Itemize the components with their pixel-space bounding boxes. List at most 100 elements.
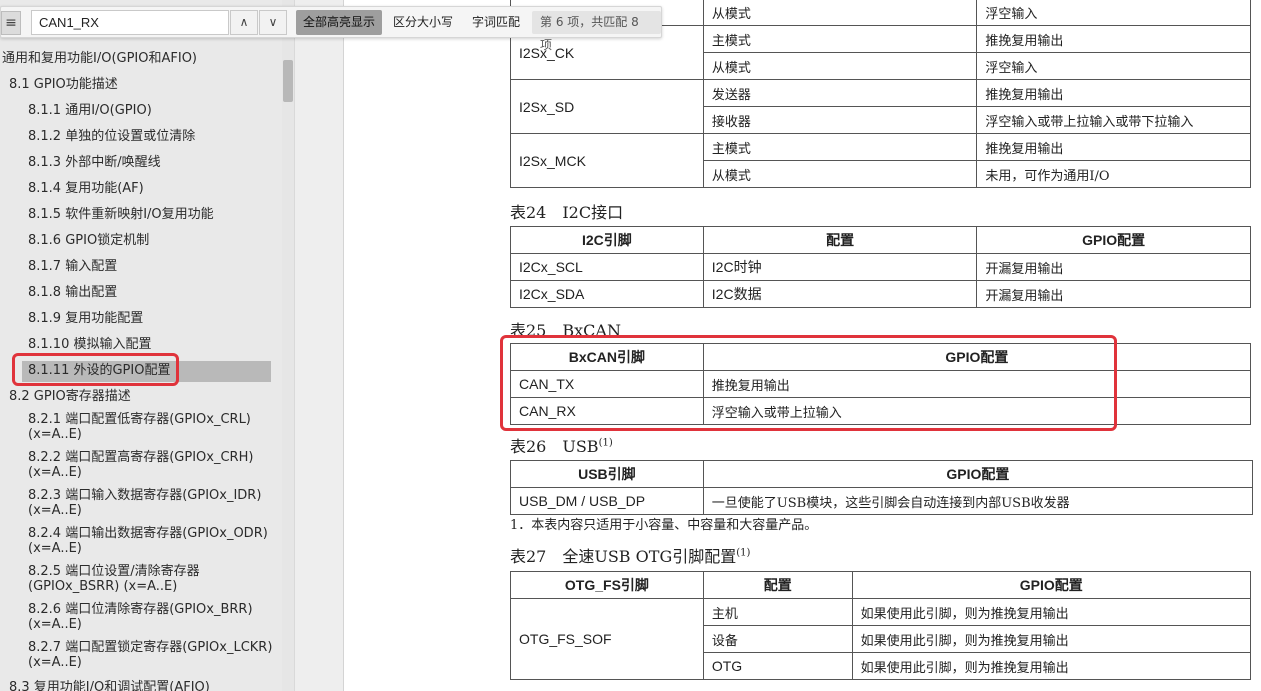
table-header: OTG_FS引脚: [510, 571, 704, 599]
table-header-row: OTG_FS引脚 配置 GPIO配置: [510, 571, 1252, 599]
table-cell: 推挽复用输出: [976, 25, 1251, 53]
outline-sidebar: 通用和复用功能I/O(GPIO和AFIO) 8.1 GPIO功能描述 8.1.1…: [0, 0, 282, 691]
table-header: GPIO配置: [851, 571, 1252, 599]
outline-item[interactable]: 8.1.2 单独的位设置或位清除: [28, 129, 195, 145]
table-header: GPIO配置: [976, 226, 1251, 254]
table-cell: 浮空输入或带上拉输入: [702, 397, 1252, 425]
find-previous-button[interactable]: ∧: [230, 10, 258, 35]
outline-item[interactable]: 8.1.5 软件重新映射I/O复用功能: [28, 207, 214, 223]
highlight-all-toggle[interactable]: 全部高亮显示: [296, 10, 382, 35]
outline-item[interactable]: 8.1.8 输出配置: [28, 285, 117, 301]
chevron-down-icon: ∨: [268, 15, 278, 29]
table-cell: 主模式: [702, 25, 978, 53]
table-header: GPIO配置: [702, 343, 1252, 371]
outline-item[interactable]: 8.2 GPIO寄存器描述: [9, 389, 131, 405]
table-cell: 浮空输入或带上拉输入或带下拉输入: [976, 106, 1251, 134]
outline-item[interactable]: 通用和复用功能I/O(GPIO和AFIO): [2, 51, 197, 67]
table-cell: OTG: [702, 652, 853, 680]
table27: OTG_FS引脚 配置 GPIO配置 OTG_FS_SOF 主机 如果使用此引脚…: [510, 571, 1252, 680]
caption-text: 表27 全速USB OTG引脚配置: [510, 547, 737, 566]
table-cell: 未用，可作为通用I/O: [976, 160, 1251, 188]
table-cell: 从模式: [702, 0, 978, 26]
outline-item[interactable]: 8.1.4 复用功能(AF): [28, 181, 144, 197]
table-cell: 推挽复用输出: [702, 370, 1252, 398]
table-cell: 主模式: [702, 133, 978, 161]
table-cell: 浮空输入: [976, 52, 1251, 80]
table-cell: I2Sx_SD: [510, 79, 704, 134]
outline-item[interactable]: 8.2.3 端口输入数据寄存器(GPIOx_IDR) (x=A..E): [28, 488, 274, 518]
outline-item[interactable]: 8.1.3 外部中断/唤醒线: [28, 155, 161, 171]
table27-caption: 表27 全速USB OTG引脚配置(1): [510, 543, 750, 567]
table26: USB引脚 GPIO配置 USB_DM / USB_DP 一旦使能了USB模块，…: [510, 460, 1254, 515]
outline-item[interactable]: 8.1.7 输入配置: [28, 259, 117, 275]
table-header-row: USB引脚 GPIO配置: [510, 460, 1254, 488]
table-header-row: BxCAN引脚 GPIO配置: [510, 343, 1252, 371]
table-cell: 从模式: [702, 52, 978, 80]
table-header: USB引脚: [510, 460, 704, 488]
find-input[interactable]: CAN1_RX: [31, 10, 229, 35]
table-row: I2Sx_MCK 主模式 推挽复用输出: [510, 133, 1251, 188]
caption-text: 表26 USB: [510, 437, 599, 456]
table25: BxCAN引脚 GPIO配置 CAN_TX 推挽复用输出 CAN_RX 浮空输入…: [510, 343, 1252, 425]
sidebar-scroll-thumb[interactable]: [283, 60, 293, 102]
find-next-button[interactable]: ∨: [259, 10, 287, 35]
table24: I2C引脚 配置 GPIO配置 I2Cx_SCL I2C时钟 开漏复用输出 I2…: [510, 226, 1251, 308]
table-cell: 从模式: [702, 160, 978, 188]
footnote-mark: (1): [736, 547, 751, 559]
table-cell: I2Cx_SDA: [510, 280, 704, 308]
table-header: 配置: [702, 571, 853, 599]
table-row: I2Sx_SD 发送器 推挽复用输出: [510, 79, 1251, 134]
table-cell: 推挽复用输出: [976, 79, 1251, 107]
outline-item[interactable]: 8.2.7 端口配置锁定寄存器(GPIOx_LCKR) (x=A..E): [28, 640, 274, 670]
outline-toggle-icon[interactable]: ≡: [1, 11, 21, 35]
table-row: USB_DM / USB_DP 一旦使能了USB模块，这些引脚会自动连接到内部U…: [510, 487, 1254, 515]
outline-item[interactable]: 8.2.6 端口位清除寄存器(GPIOx_BRR) (x=A..E): [28, 602, 274, 632]
table-cell: I2Sx_MCK: [510, 133, 704, 188]
table-header-row: I2C引脚 配置 GPIO配置: [510, 226, 1251, 254]
table25-caption: 表25 BxCAN: [510, 321, 621, 340]
outline-item[interactable]: 8.1.6 GPIO锁定机制: [28, 233, 149, 249]
table-cell: 开漏复用输出: [976, 280, 1251, 308]
table-row: CAN_TX 推挽复用输出: [510, 370, 1252, 398]
outline-item[interactable]: 8.2.1 端口配置低寄存器(GPIOx_CRL) (x=A..E): [28, 412, 274, 442]
match-count-label: 第 6 项，共匹配 8 项: [532, 11, 661, 52]
table-cell: I2C数据: [702, 280, 978, 308]
outline-item[interactable]: 8.3 复用功能I/O和调试配置(AFIO): [9, 680, 210, 691]
table-cell: 开漏复用输出: [976, 253, 1251, 281]
table-cell: 发送器: [702, 79, 978, 107]
footnote-mark: (1): [598, 437, 613, 449]
table26-footnote: 1．本表内容只适用于小容量、中容量和大容量产品。: [510, 518, 818, 533]
outline-item[interactable]: 8.1 GPIO功能描述: [9, 77, 118, 93]
table-row: CAN_RX 浮空输入或带上拉输入: [510, 397, 1252, 425]
find-bar: ≡ CAN1_RX ∧ ∨ 全部高亮显示 区分大小写 字词匹配 第 6 项，共匹…: [0, 6, 662, 52]
table-header: I2C引脚: [510, 226, 704, 254]
table-row: I2Cx_SCL I2C时钟 开漏复用输出: [510, 253, 1251, 281]
outline-item[interactable]: 8.1.1 通用I/O(GPIO): [28, 103, 152, 119]
outline-item[interactable]: 8.2.5 端口位设置/清除寄存器 (GPIOx_BSRR) (x=A..E): [28, 564, 228, 594]
table-cell: 如果使用此引脚，则为推挽复用输出: [851, 652, 1252, 680]
table-cell: I2Cx_SCL: [510, 253, 704, 281]
whole-words-toggle[interactable]: 字词匹配: [465, 10, 527, 35]
outline-item[interactable]: 8.2.2 端口配置高寄存器(GPIOx_CRH) (x=A..E): [28, 450, 274, 480]
table-cell: 浮空输入: [976, 0, 1251, 26]
table-cell: 如果使用此引脚，则为推挽复用输出: [851, 625, 1252, 653]
table-header: 配置: [702, 226, 978, 254]
table24-caption: 表24 I2C接口: [510, 203, 624, 222]
outline-item[interactable]: 8.2.4 端口输出数据寄存器(GPIOx_ODR) (x=A..E): [28, 526, 274, 556]
table-cell: USB_DM / USB_DP: [510, 487, 704, 515]
table-cell: CAN_TX: [510, 370, 704, 398]
table-cell: 接收器: [702, 106, 978, 134]
table-cell: 主机: [702, 598, 853, 626]
outline-item[interactable]: 8.1.10 模拟输入配置: [28, 337, 151, 353]
table-cell: OTG_FS_SOF: [510, 598, 704, 680]
table-cell: CAN_RX: [510, 397, 704, 425]
outline-item[interactable]: 8.1.9 复用功能配置: [28, 311, 143, 327]
page-gutter: [294, 0, 344, 691]
outline-item-selected[interactable]: 8.1.11 外设的GPIO配置: [28, 363, 170, 379]
table-cell: 如果使用此引脚，则为推挽复用输出: [851, 598, 1252, 626]
sidebar-scrollbar[interactable]: [282, 0, 294, 691]
table-cell: I2C时钟: [702, 253, 978, 281]
match-case-toggle[interactable]: 区分大小写: [387, 10, 459, 35]
table-row: I2Cx_SDA I2C数据 开漏复用输出: [510, 280, 1251, 308]
table-cell: 设备: [702, 625, 853, 653]
